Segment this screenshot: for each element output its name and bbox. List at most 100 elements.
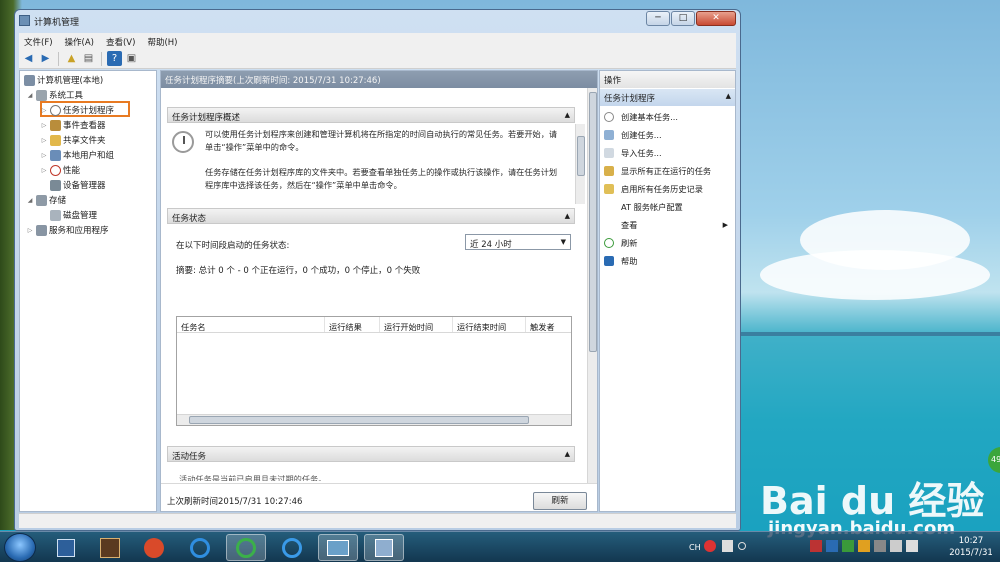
summary-scrollbar[interactable] [587,88,597,483]
column-run-start[interactable]: 运行开始时间 [380,317,453,332]
action-create-task[interactable]: 创建任务... [604,127,662,142]
import-icon [604,147,614,158]
refresh-button[interactable]: 刷新 [533,492,587,510]
table-scroll-thumb[interactable] [189,416,529,424]
taskbar-app-ie2[interactable] [272,534,312,561]
desktop-horizon [740,332,1000,336]
tray-app-icon[interactable] [874,540,886,552]
active-title: 活动任务 [172,452,207,462]
tree-node-system-tools[interactable]: ◢ 系统工具 [26,88,83,102]
floating-badge[interactable]: 49 [988,447,1000,473]
overview-scroll-thumb[interactable] [577,136,585,176]
overview-paragraph-1: 可以使用任务计划程序来创建和管理计算机将在所指定的时间自动执行的常见任务。若要开… [205,129,558,152]
expand-arrow-icon[interactable]: ▷ [40,107,48,114]
help-icon[interactable]: ? [107,51,122,66]
taskbar-app-qq-game[interactable] [134,534,174,561]
tree-node-task-scheduler[interactable]: ▷ 任务计划程序 [40,103,114,117]
period-dropdown[interactable]: 近 24 小时 ▼ [465,234,571,250]
taskbar-app-browser[interactable] [226,534,266,561]
collapse-caret-icon[interactable]: ▲ [565,450,570,458]
tray-settings-icon[interactable] [738,542,746,550]
action-create-basic-task[interactable]: 创建基本任务... [604,109,678,124]
collapse-arrow-icon[interactable]: ◢ [26,197,34,204]
tray-app-icon[interactable] [858,540,870,552]
status-summary: 摘要: 总计 0 个 - 0 个正在运行，0 个成功，0 个停止，0 个失败 [176,266,421,276]
expand-arrow-icon[interactable]: ▷ [40,152,48,159]
status-section-header[interactable]: 任务状态 ▲ [167,208,575,224]
collapse-arrow-icon[interactable]: ◢ [26,92,34,99]
menu-help[interactable]: 帮助(H) [142,33,184,49]
expand-arrow-icon[interactable]: ▷ [40,122,48,129]
action-label: 导入任务... [621,147,662,158]
network-icon[interactable] [890,540,902,552]
forward-arrow-icon[interactable]: ▶ [38,51,53,66]
taskbar-app-computer-management[interactable] [364,534,404,561]
action-view[interactable]: 查看 ▶ [604,217,732,232]
tray-app-icon[interactable] [842,540,854,552]
collapse-caret-icon[interactable]: ▲ [565,111,570,119]
expand-arrow-icon[interactable]: ▷ [40,137,48,144]
active-section-header[interactable]: 活动任务 ▲ [167,446,575,462]
up-folder-icon[interactable]: ▲ [64,51,79,66]
summary-scroll-thumb[interactable] [589,92,597,352]
column-task-name[interactable]: 任务名 [177,317,325,332]
browser-icon [236,537,256,558]
tree-node-storage[interactable]: ◢ 存储 [26,193,66,207]
tree-node-device-manager[interactable]: 设备管理器 [48,178,106,192]
action-refresh[interactable]: 刷新 [604,235,637,250]
taskbar-app-explorer[interactable] [46,534,86,561]
expand-arrow-icon[interactable]: ▷ [40,167,48,174]
collapse-caret-icon[interactable]: ▲ [726,92,731,100]
properties-icon[interactable]: ▣ [124,51,139,66]
tray-app-icon[interactable] [810,540,822,552]
show-hide-tree-icon[interactable]: ▤ [81,51,96,66]
minimize-button[interactable]: ─ [646,11,670,26]
tree-node-shared-folders[interactable]: ▷ 共享文件夹 [40,133,106,147]
action-label: 查看 [621,219,638,230]
action-help[interactable]: 帮助 [604,253,637,268]
action-at-service-config[interactable]: AT 服务帐户配置 [604,199,683,214]
expand-arrow-icon[interactable]: ▷ [26,227,34,234]
action-enable-history[interactable]: 启用所有任务历史记录 [604,181,703,196]
back-arrow-icon[interactable]: ◀ [21,51,36,66]
overview-scrollbar[interactable] [575,124,585,204]
action-import-task[interactable]: 导入任务... [604,145,662,160]
collapse-caret-icon[interactable]: ▲ [565,212,570,220]
volume-icon[interactable] [906,540,918,552]
close-button[interactable]: ✕ [696,11,736,26]
maximize-button[interactable]: □ [671,11,695,26]
start-button[interactable] [4,533,36,562]
action-show-running[interactable]: 显示所有正在运行的任务 [604,163,711,178]
input-method-icon[interactable] [704,540,716,552]
column-run-result[interactable]: 运行结果 [325,317,380,332]
computer-management-icon [19,15,30,26]
taskbar-clock[interactable]: 10:27 2015/7/31 [948,535,994,559]
tree-label-shared-folders: 共享文件夹 [63,136,106,146]
taskbar-app-game[interactable] [90,534,130,561]
tray-app-icon[interactable] [826,540,838,552]
create-task-icon [604,129,614,140]
actions-pane: 操作 任务计划程序 ▲ 创建基本任务... 创建任务... 导入任务... 显示… [599,70,736,512]
title-bar[interactable]: 计算机管理 ─ □ ✕ [15,10,740,32]
history-icon [604,183,614,194]
taskbar-app-ie[interactable] [180,534,220,561]
keyboard-icon[interactable] [722,540,733,552]
column-triggered-by[interactable]: 触发者 [526,317,571,332]
menu-file[interactable]: 文件(F) [19,33,60,49]
tree-node-performance[interactable]: ▷ 性能 [40,163,80,177]
tree-node-services[interactable]: ▷ 服务和应用程序 [26,223,109,237]
menu-view[interactable]: 查看(V) [101,33,142,49]
tree-node-root[interactable]: 计算机管理(本地) [22,73,103,87]
language-indicator[interactable]: CH [689,543,701,552]
tree-node-local-users[interactable]: ▷ 本地用户和组 [40,148,114,162]
column-run-end[interactable]: 运行结束时间 [453,317,526,332]
overview-section-header[interactable]: 任务计划程序概述 ▲ [167,107,575,123]
menu-action[interactable]: 操作(A) [60,33,101,49]
actions-group-header[interactable]: 任务计划程序 ▲ [600,89,735,106]
table-horizontal-scrollbar[interactable] [177,414,571,425]
action-label: AT 服务帐户配置 [621,201,683,212]
taskbar-app-picture[interactable] [318,534,358,561]
tree-label-storage: 存储 [49,196,67,206]
tree-node-disk-management[interactable]: 磁盘管理 [48,208,97,222]
tree-node-event-viewer[interactable]: ▷ 事件查看器 [40,118,106,132]
